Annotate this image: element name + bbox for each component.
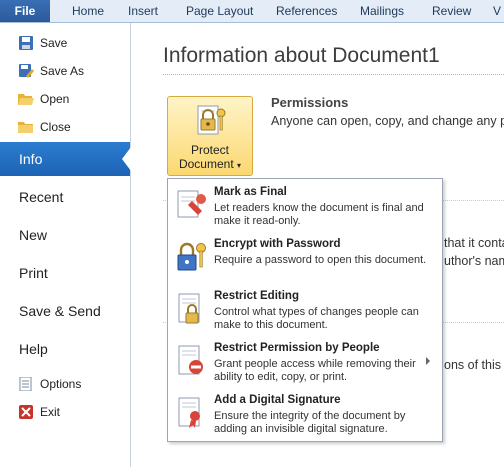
tab-insert[interactable]: Insert <box>128 0 158 22</box>
background-text-3: ons of this fi <box>444 358 504 372</box>
nav-save-label: Save <box>40 36 68 50</box>
title-divider <box>163 74 504 75</box>
restrict-permission-title: Restrict Permission by People <box>214 342 380 354</box>
nav-open-label: Open <box>40 92 70 106</box>
background-text-2: uthor's nam <box>444 254 504 268</box>
submenu-arrow-icon <box>426 357 430 365</box>
page-title: Information about Document1 <box>163 44 440 67</box>
nav-save-send[interactable]: Save & Send <box>0 294 130 328</box>
close-folder-icon <box>18 122 33 133</box>
nav-options-label: Options <box>40 377 82 391</box>
digital-signature-icon <box>178 397 200 428</box>
permissions-title: Permissions <box>271 95 349 110</box>
options-icon <box>19 377 32 391</box>
encrypt-password-icon <box>177 242 206 271</box>
protect-document-label-2: Document ▾ <box>178 157 242 171</box>
save-as-icon <box>19 64 34 78</box>
chevron-down-icon: ▾ <box>237 161 242 170</box>
mark-as-final-title: Mark as Final <box>214 186 287 198</box>
encrypt-with-password-title: Encrypt with Password <box>214 238 341 250</box>
mark-as-final-desc: Let readers know the document is final a… <box>214 202 424 227</box>
menu-item-add-digital-signature[interactable]: Add a Digital Signature Ensure the integ… <box>168 391 442 443</box>
protect-document-label-1: Protect <box>190 143 229 157</box>
exit-icon <box>19 405 33 419</box>
restrict-editing-title: Restrict Editing <box>214 290 299 302</box>
add-digital-signature-desc: Ensure the integrity of the document by … <box>214 410 406 435</box>
protect-document-menu: Mark as Final Let readers know the docum… <box>167 178 443 442</box>
nav-print[interactable]: Print <box>0 256 130 290</box>
nav-help[interactable]: Help <box>0 332 130 366</box>
nav-active-pointer <box>122 147 131 171</box>
tab-review[interactable]: Review <box>432 0 471 22</box>
menu-item-mark-as-final[interactable]: Mark as Final Let readers know the docum… <box>168 183 442 235</box>
permissions-description: Anyone can open, copy, and change any pa <box>271 114 504 128</box>
background-text-1: that it conta <box>444 236 504 250</box>
nav-info[interactable]: Info <box>0 142 130 176</box>
menu-item-restrict-permission-by-people[interactable]: Restrict Permission by People Grant peop… <box>168 339 442 391</box>
protect-document-button[interactable]: Protect Document ▾ <box>167 96 253 176</box>
lock-key-icon <box>197 105 226 135</box>
tab-view[interactable]: V <box>493 0 501 22</box>
menu-item-encrypt-with-password[interactable]: Encrypt with Password Require a password… <box>168 235 442 287</box>
menu-item-restrict-editing[interactable]: Restrict Editing Control what types of c… <box>168 287 442 339</box>
nav-exit-label: Exit <box>40 405 61 419</box>
ribbon-tab-bar: File Home Insert Page Layout References … <box>0 0 504 23</box>
mark-as-final-icon <box>177 190 206 218</box>
nav-recent[interactable]: Recent <box>0 180 130 214</box>
nav-save-as-label: Save As <box>40 64 85 78</box>
restrict-editing-desc: Control what types of changes people can… <box>214 306 419 331</box>
nav-close-label: Close <box>40 120 71 134</box>
encrypt-with-password-desc: Require a password to open this document… <box>214 254 427 266</box>
add-digital-signature-title: Add a Digital Signature <box>214 394 341 406</box>
tab-mailings[interactable]: Mailings <box>360 0 404 22</box>
nav-new[interactable]: New <box>0 218 130 252</box>
save-icon <box>19 36 33 50</box>
tab-file[interactable]: File <box>0 0 50 22</box>
restrict-editing-icon <box>178 293 200 324</box>
restrict-permission-desc: Grant people access while removing their… <box>214 358 416 383</box>
tab-home[interactable]: Home <box>72 0 104 22</box>
tab-page-layout[interactable]: Page Layout <box>186 0 253 22</box>
restrict-permission-icon <box>178 345 203 375</box>
tab-references[interactable]: References <box>276 0 337 22</box>
backstage-nav: Save Save As Open Close Info Recent New … <box>0 23 131 467</box>
open-folder-icon <box>18 94 34 105</box>
